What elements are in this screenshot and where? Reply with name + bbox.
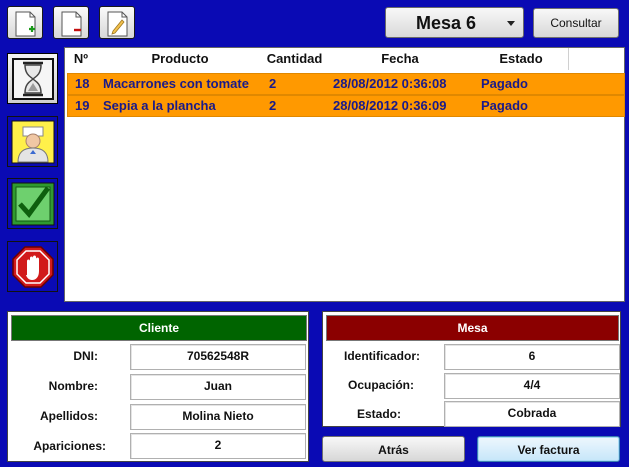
sidebar-hourglass-button[interactable] [7, 53, 58, 104]
table-selector[interactable]: Mesa 6 [385, 7, 524, 38]
mesa-panel: Mesa Identificador: 6 Ocupación: 4/4 Est… [322, 311, 621, 427]
consult-button[interactable]: Consultar [533, 8, 619, 38]
stop-hand-icon [12, 246, 54, 288]
back-button[interactable]: Atrás [322, 436, 465, 462]
mesa-title: Mesa [326, 315, 619, 341]
hourglass-icon [12, 58, 54, 100]
cell-fecha: 28/08/2012 0:36:08 [333, 76, 447, 91]
apellidos-label: Apellidos: [39, 409, 98, 423]
estado-field[interactable]: Cobrada [444, 401, 620, 427]
nombre-label: Nombre: [48, 379, 98, 393]
orders-grid[interactable]: Nº Producto Cantidad Fecha Estado 18 Mac… [64, 47, 625, 302]
cell-num: 18 [75, 76, 90, 91]
new-document-icon [15, 11, 36, 37]
dni-label: DNI: [73, 349, 98, 363]
chevron-down-icon [507, 21, 515, 26]
table-row[interactable]: 19 Sepia a la plancha 2 28/08/2012 0:36:… [67, 95, 625, 117]
column-header-estado[interactable]: Estado [474, 48, 569, 70]
new-document-button[interactable] [7, 6, 43, 39]
cliente-title: Cliente [11, 315, 307, 341]
ocupacion-label: Ocupación: [347, 378, 414, 392]
ocupacion-field[interactable]: 4/4 [444, 373, 620, 399]
identificador-field[interactable]: 6 [444, 344, 620, 370]
nombre-field[interactable]: Juan [130, 374, 306, 400]
checkmark-icon [11, 182, 55, 226]
column-header-num[interactable]: Nº [65, 48, 98, 70]
cell-estado: Pagado [481, 98, 528, 113]
apariciones-label: Apariciones: [33, 439, 106, 453]
cell-cantidad: 2 [269, 76, 277, 91]
waiter-icon [11, 120, 55, 164]
edit-document-icon [107, 11, 128, 37]
apellidos-field[interactable]: Molina Nieto [130, 404, 306, 430]
cell-fecha: 28/08/2012 0:36:09 [333, 98, 447, 113]
identificador-label: Identificador: [343, 349, 420, 363]
apariciones-field[interactable]: 2 [130, 433, 306, 459]
column-header-cantidad[interactable]: Cantidad [263, 48, 327, 70]
delete-document-icon [61, 11, 82, 37]
estado-label: Estado: [356, 407, 401, 421]
cell-producto: Macarrones con tomate [103, 76, 249, 91]
dni-field[interactable]: 70562548R [130, 344, 306, 370]
sidebar-check-button[interactable] [7, 178, 58, 229]
cell-cantidad: 2 [269, 98, 277, 113]
cliente-panel: Cliente DNI: 70562548R Nombre: Juan Apel… [7, 311, 309, 462]
delete-document-button[interactable] [53, 6, 89, 39]
table-selector-value: Mesa 6 [416, 13, 477, 33]
cell-estado: Pagado [481, 76, 528, 91]
edit-document-button[interactable] [99, 6, 135, 39]
sidebar-waiter-button[interactable] [7, 116, 58, 167]
table-row[interactable]: 18 Macarrones con tomate 2 28/08/2012 0:… [67, 73, 625, 95]
column-header-producto[interactable]: Producto [97, 48, 264, 70]
cell-num: 19 [75, 98, 90, 113]
cell-producto: Sepia a la plancha [103, 98, 216, 113]
view-invoice-button[interactable]: Ver factura [477, 436, 620, 462]
sidebar-stop-button[interactable] [7, 241, 58, 292]
column-header-fecha[interactable]: Fecha [326, 48, 475, 70]
